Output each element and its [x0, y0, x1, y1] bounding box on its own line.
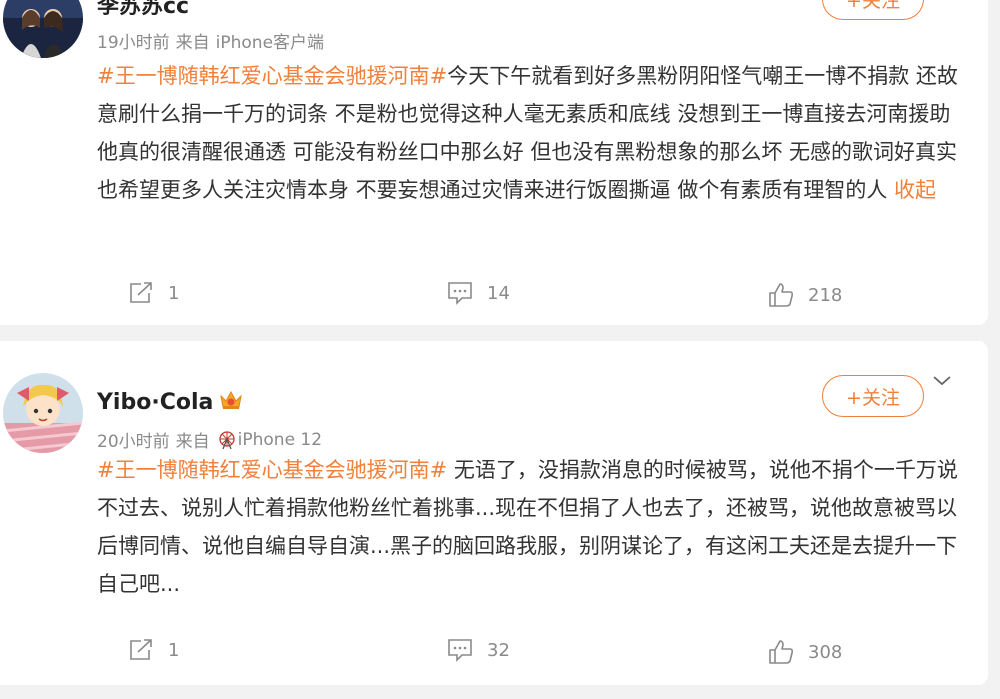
- post-time[interactable]: 19小时前: [97, 28, 170, 53]
- hashtag-link[interactable]: #王一博随韩红爱心基金会驰援河南#: [97, 64, 447, 88]
- crown-badge-icon: [219, 388, 243, 416]
- username-row: Yibo·Cola: [97, 388, 243, 416]
- repost-count: 1: [168, 639, 180, 661]
- repost-icon: [128, 281, 154, 305]
- weibo-post-card: 李苏苏cc 19小时前 来自 iPhone客户端 +关注 #王一博随韩红爱心基金…: [0, 0, 988, 325]
- comment-button[interactable]: 14: [447, 281, 510, 305]
- comment-button[interactable]: 32: [447, 638, 510, 662]
- comment-icon: [447, 638, 473, 662]
- source-prefix: 来自: [175, 33, 210, 53]
- like-button[interactable]: 218: [768, 282, 842, 308]
- avatar[interactable]: [3, 373, 83, 453]
- repost-button[interactable]: 1: [128, 281, 179, 305]
- post-source: iPhone客户端: [215, 33, 325, 53]
- post-meta: 20小时前 来自 iPhone 12: [97, 427, 323, 453]
- like-button[interactable]: 308: [768, 639, 842, 665]
- comment-count: 32: [487, 639, 510, 661]
- post-content: #王一博随韩红爱心基金会驰援河南#今天下午就看到好多黑粉阴阳怪气嘲王一博不捐款 …: [97, 57, 963, 209]
- repost-button[interactable]: 1: [128, 638, 179, 662]
- post-source: iPhone 12: [237, 429, 323, 450]
- avatar[interactable]: [3, 0, 83, 58]
- thumbs-up-icon: [768, 282, 794, 308]
- follow-button[interactable]: +关注: [822, 0, 924, 20]
- comment-count: 14: [487, 282, 510, 304]
- collapse-link[interactable]: 收起: [894, 178, 936, 202]
- comment-icon: [447, 281, 473, 305]
- post-content: #王一博随韩红爱心基金会驰援河南# 无语了，没捐款消息的时候被骂，说他不捐个一千…: [97, 451, 963, 603]
- like-count: 218: [808, 284, 843, 306]
- post-meta: 19小时前 来自 iPhone客户端: [97, 28, 324, 53]
- follow-button[interactable]: +关注: [822, 375, 924, 417]
- thumbs-up-icon: [768, 639, 794, 665]
- like-count: 308: [808, 641, 843, 663]
- hashtag-link[interactable]: #王一博随韩红爱心基金会驰援河南#: [97, 458, 447, 482]
- ferris-wheel-icon: [216, 430, 238, 450]
- post-time[interactable]: 20小时前: [97, 427, 170, 452]
- username[interactable]: Yibo·Cola: [97, 390, 213, 415]
- chevron-down-icon[interactable]: [930, 371, 954, 391]
- weibo-post-card: Yibo·Cola 20小时前 来自 iPhone 12 +关注 #王一博随韩红…: [0, 341, 988, 685]
- repost-icon: [128, 638, 154, 662]
- repost-count: 1: [168, 282, 180, 304]
- source-prefix: 来自: [175, 432, 210, 452]
- username[interactable]: 李苏苏cc: [97, 0, 189, 20]
